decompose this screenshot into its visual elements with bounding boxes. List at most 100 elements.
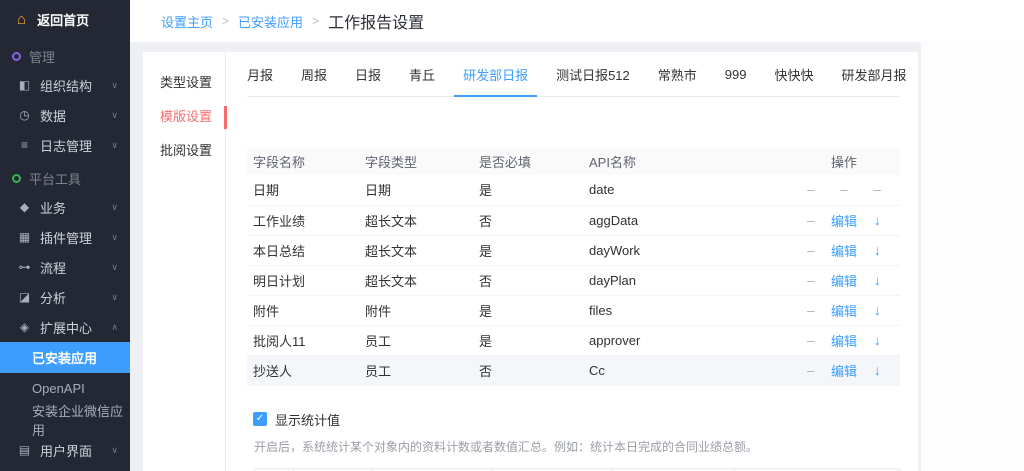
settings-menu-item[interactable]: 批阅设置 bbox=[143, 136, 225, 166]
sidebar-subitem[interactable]: 安装企业微信应用 bbox=[0, 404, 130, 435]
sidebar-group-label: 平台工具 bbox=[29, 169, 81, 188]
move-down-icon[interactable]: ↓ bbox=[861, 272, 894, 288]
op-disabled-dash: – bbox=[861, 182, 894, 197]
show-stats-label: 显示统计值 bbox=[275, 410, 340, 429]
cell-field-name: 抄送人 bbox=[247, 355, 359, 385]
flow-icon: ⊶ bbox=[17, 260, 32, 274]
report-type-tab[interactable]: 常熟市 bbox=[658, 52, 697, 96]
sidebar-item[interactable]: ▦插件管理∨ bbox=[0, 222, 130, 252]
row-operations: –编辑↓ bbox=[794, 301, 894, 320]
cell-field-type: 超长文本 bbox=[359, 205, 473, 235]
cell-field-name: 工作业绩 bbox=[247, 205, 359, 235]
report-type-tab[interactable]: 日报 bbox=[355, 52, 381, 96]
edit-field-link[interactable]: 编辑 bbox=[827, 271, 860, 290]
sidebar-item[interactable]: ◷数据∨ bbox=[0, 100, 130, 130]
cell-field-name: 日期 bbox=[247, 175, 359, 205]
stats-table-cutoff bbox=[253, 468, 901, 471]
log-list-icon: ≡ bbox=[17, 138, 32, 152]
circle-ring-icon bbox=[12, 52, 21, 61]
fields-table: 字段名称 字段类型 是否必填 API名称 操作 日期日期是date–––工作业绩… bbox=[247, 148, 900, 386]
sidebar-item[interactable]: ≡日志管理∨ bbox=[0, 130, 130, 160]
col-header-operations: 操作 bbox=[788, 148, 900, 175]
field-row: 抄送人员工否Cc–编辑↓ bbox=[247, 355, 900, 385]
home-icon: ⌂ bbox=[17, 11, 26, 28]
chevron-down-icon: ∨ bbox=[111, 140, 118, 151]
move-down-icon[interactable]: ↓ bbox=[861, 242, 894, 258]
edit-field-link[interactable]: 编辑 bbox=[827, 301, 860, 320]
sidebar-subitem[interactable]: OpenAPI bbox=[0, 373, 130, 404]
analysis-chart-icon: ◪ bbox=[17, 290, 32, 304]
cell-field-type: 日期 bbox=[359, 175, 473, 205]
field-row: 明日计划超长文本否dayPlan–编辑↓ bbox=[247, 265, 900, 295]
chevron-down-icon: ∨ bbox=[111, 262, 118, 273]
settings-menu-item[interactable]: 类型设置 bbox=[143, 68, 225, 98]
sidebar-item-label: 用户界面 bbox=[40, 441, 92, 460]
report-type-tab[interactable]: 999 bbox=[725, 52, 747, 96]
cell-required: 是 bbox=[473, 235, 583, 265]
cell-api-name: date bbox=[583, 175, 788, 205]
sidebar-item[interactable]: ◆业务∨ bbox=[0, 192, 130, 222]
sidebar-home-button[interactable]: ⌂ 返回首页 bbox=[0, 0, 130, 38]
chevron-down-icon: ∨ bbox=[111, 202, 118, 213]
move-down-icon[interactable]: ↓ bbox=[861, 362, 894, 378]
row-operations: –编辑↓ bbox=[794, 271, 894, 290]
sidebar-item-label: 数据 bbox=[40, 106, 66, 125]
sidebar-item-label: 业务 bbox=[40, 198, 66, 217]
breadcrumb-link-settings-home[interactable]: 设置主页 bbox=[161, 12, 213, 31]
chevron-down-icon: ∨ bbox=[111, 292, 118, 303]
content-card: 类型设置模版设置批阅设置 月报周报日报青丘研发部日报测试日报512 常熟市 999 快… bbox=[143, 52, 918, 471]
report-type-tab[interactable]: 研发部日报 bbox=[463, 52, 528, 96]
sidebar-group-header: 平台工具 bbox=[0, 165, 130, 192]
cell-required: 否 bbox=[473, 355, 583, 385]
extension-icon: ◈ bbox=[17, 320, 32, 334]
sidebar-group-label: 管理 bbox=[29, 47, 55, 66]
sidebar-item[interactable]: ◪分析∨ bbox=[0, 282, 130, 312]
sidebar-item-label: 流程 bbox=[40, 258, 66, 277]
breadcrumb-separator-icon: > bbox=[312, 14, 319, 28]
sidebar: ⌂ 返回首页 管理◧组织结构∨◷数据∨≡日志管理∨平台工具◆业务∨▦插件管理∨⊶… bbox=[0, 0, 130, 471]
report-type-tab[interactable]: 青丘 bbox=[409, 52, 435, 96]
settings-menu: 类型设置模版设置批阅设置 bbox=[143, 52, 226, 471]
report-type-tab[interactable]: 测试日报512 bbox=[556, 52, 630, 96]
edit-field-link[interactable]: 编辑 bbox=[827, 331, 860, 350]
cell-api-name: files bbox=[583, 295, 788, 325]
cell-api-name: Cc bbox=[583, 355, 788, 385]
op-disabled-dash: – bbox=[827, 182, 860, 197]
sidebar-item-label: 扩展中心 bbox=[40, 318, 92, 337]
right-side-panel bbox=[921, 42, 1024, 471]
breadcrumb-link-installed-apps[interactable]: 已安装应用 bbox=[238, 12, 303, 31]
home-label: 返回首页 bbox=[37, 10, 89, 29]
sidebar-item[interactable]: ⊶ 流程 ∨ bbox=[0, 252, 130, 282]
cell-required: 是 bbox=[473, 325, 583, 355]
report-type-tab[interactable]: 研发部月报 bbox=[842, 52, 907, 96]
cell-required: 是 bbox=[473, 175, 583, 205]
edit-field-link[interactable]: 编辑 bbox=[827, 211, 860, 230]
fields-table-body: 日期日期是date–––工作业绩超长文本否aggData–编辑↓本日总结超长文本… bbox=[247, 175, 900, 385]
sidebar-item-label: 插件管理 bbox=[40, 228, 92, 247]
breadcrumb-separator-icon: > bbox=[222, 14, 229, 28]
sidebar-subitem-label: OpenAPI bbox=[32, 381, 85, 396]
field-row: 批阅人11员工是approver–编辑↓ bbox=[247, 325, 900, 355]
cell-api-name: approver bbox=[583, 325, 788, 355]
report-type-tab[interactable]: 月报 bbox=[247, 52, 273, 96]
edit-field-link[interactable]: 编辑 bbox=[827, 241, 860, 260]
sidebar-item[interactable]: ◧组织结构∨ bbox=[0, 70, 130, 100]
sidebar-group-header: 管理 bbox=[0, 43, 130, 70]
chevron-down-icon: ∨ bbox=[111, 445, 118, 456]
op-disabled-dash: – bbox=[794, 333, 827, 348]
field-row: 本日总结超长文本是dayWork–编辑↓ bbox=[247, 235, 900, 265]
report-type-tab[interactable]: 周报 bbox=[301, 52, 327, 96]
move-down-icon[interactable]: ↓ bbox=[861, 332, 894, 348]
show-stats-checkbox[interactable]: ✓ bbox=[253, 412, 267, 426]
sidebar-subitem[interactable]: 已安装应用 bbox=[0, 342, 130, 373]
show-stats-help-text: 开启后，系统统计某个对象内的资料计数或者数值汇总。例如：统计本日完成的合同业绩总… bbox=[253, 438, 900, 455]
report-type-tab[interactable]: 快快快 bbox=[775, 52, 814, 96]
settings-menu-item[interactable]: 模版设置 bbox=[143, 102, 225, 132]
cell-required: 否 bbox=[473, 205, 583, 235]
edit-field-link[interactable]: 编辑 bbox=[827, 361, 860, 380]
sidebar-item[interactable]: ▤用户界面∨ bbox=[0, 435, 130, 465]
move-down-icon[interactable]: ↓ bbox=[861, 302, 894, 318]
op-disabled-dash: – bbox=[794, 363, 827, 378]
sidebar-item[interactable]: ◈扩展中心∧ bbox=[0, 312, 130, 342]
move-down-icon[interactable]: ↓ bbox=[861, 212, 894, 228]
